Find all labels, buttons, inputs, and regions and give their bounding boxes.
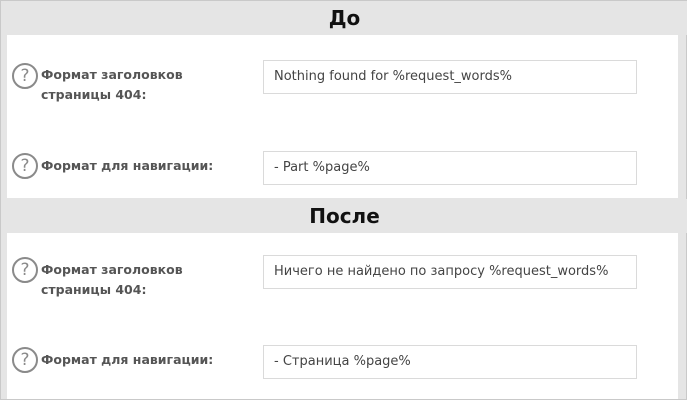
section-title-after: После [2,199,687,233]
help-icon[interactable]: ? [12,347,38,373]
input-404-title-format[interactable]: Nothing found for %request_words% [263,60,637,94]
help-icon[interactable]: ? [12,63,38,89]
settings-panel-after: ? Формат заголовков страницы 404: Ничего… [7,233,678,399]
section-title-before: До [2,1,687,35]
help-icon[interactable]: ? [12,153,38,179]
help-icon[interactable]: ? [12,257,38,283]
field-label-navigation: Формат для навигации: [41,352,214,367]
comparison-frame: До ? Формат заголовков страницы 404: Not… [0,0,687,400]
input-navigation-format[interactable]: - Part %page% [263,151,637,185]
settings-panel-before: ? Формат заголовков страницы 404: Nothin… [7,35,678,198]
field-label-navigation: Формат для навигации: [41,158,214,173]
input-404-title-format[interactable]: Ничего не найдено по запросу %request_wo… [263,255,637,289]
field-label-404-title: Формат заголовков страницы 404: [41,67,183,102]
field-label-404-title: Формат заголовков страницы 404: [41,262,183,297]
input-navigation-format[interactable]: - Страница %page% [263,345,637,379]
